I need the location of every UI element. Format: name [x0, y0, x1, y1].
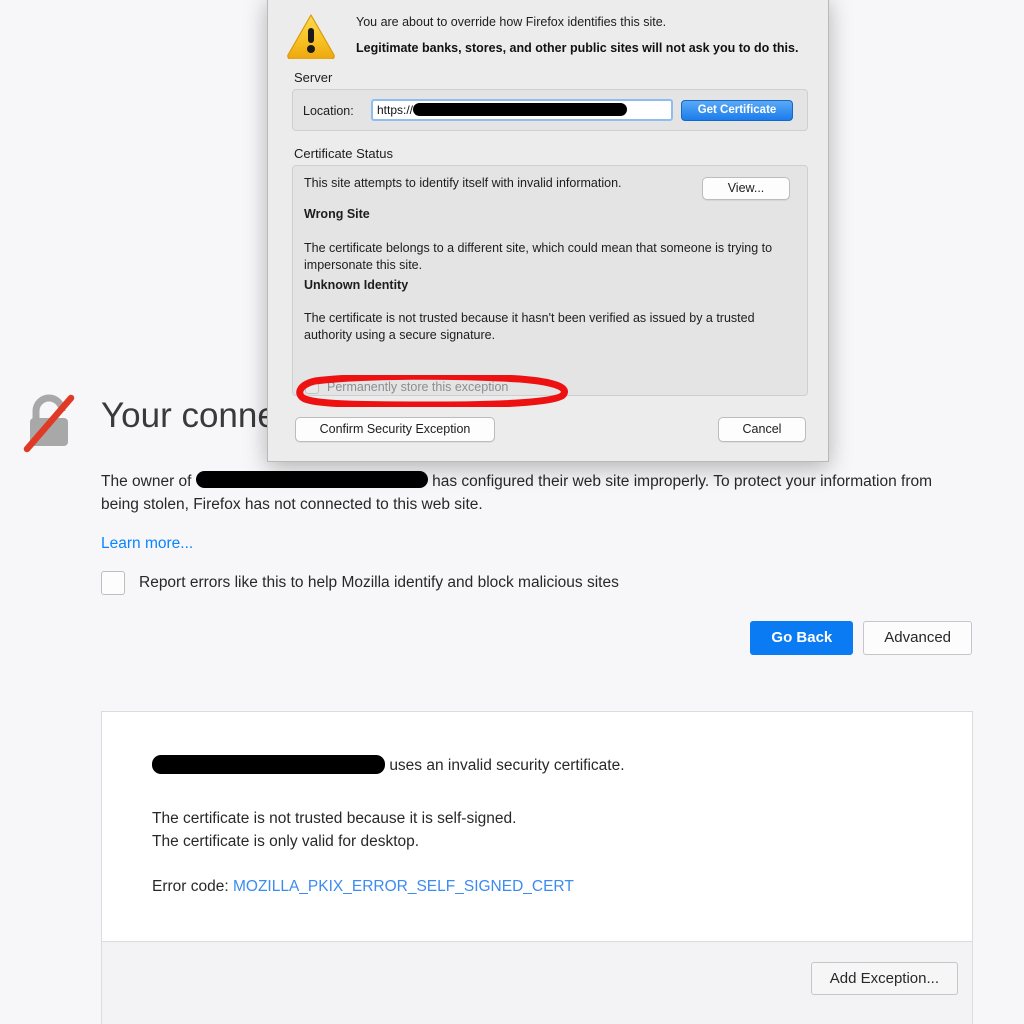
- permanently-store-row: Permanently store this exception: [305, 380, 508, 394]
- cancel-button[interactable]: Cancel: [718, 417, 806, 442]
- advanced-reason-line-2: The certificate is only valid for deskto…: [152, 833, 420, 850]
- go-back-button[interactable]: Go Back: [750, 621, 854, 655]
- warning-triangle-icon: [285, 11, 337, 61]
- wrong-site-text: The certificate belongs to a different s…: [304, 241, 773, 272]
- advanced-reason-line-1: The certificate is not trusted because i…: [152, 810, 517, 827]
- page-heading-row: [18, 388, 80, 454]
- dialog-warning-block: You are about to override how Firefox id…: [285, 11, 798, 61]
- screen: Your conne The owner of has configured t…: [0, 0, 1024, 1024]
- page-button-row: Go Back Advanced: [750, 621, 972, 655]
- learn-more-link[interactable]: Learn more...: [101, 535, 193, 553]
- report-errors-label: Report errors like this to help Mozilla …: [139, 574, 619, 591]
- page-title: Your conne: [101, 396, 277, 435]
- advanced-panel-footer: Add Exception...: [102, 941, 972, 1024]
- advanced-button[interactable]: Advanced: [863, 621, 972, 655]
- permanently-store-checkbox[interactable]: [305, 380, 319, 394]
- page-body-text: The owner of has configured their web si…: [101, 470, 973, 516]
- certificate-status-label: Certificate Status: [294, 146, 393, 161]
- redacted-hostname-advanced: [152, 755, 385, 775]
- unknown-identity-heading: Unknown Identity: [304, 278, 409, 292]
- advanced-panel-body: uses an invalid security certificate. Th…: [102, 712, 972, 898]
- location-label: Location:: [303, 104, 354, 118]
- dialog-warning-text: You are about to override how Firefox id…: [356, 13, 798, 58]
- location-input[interactable]: https://: [371, 99, 673, 121]
- unknown-identity-text: The certificate is not trusted because i…: [304, 311, 755, 342]
- redacted-location: [413, 103, 628, 117]
- permanently-store-label: Permanently store this exception: [327, 380, 509, 394]
- error-code-label: Error code:: [152, 878, 229, 895]
- location-value: https://: [377, 103, 414, 117]
- warning-line-2: Legitimate banks, stores, and other publ…: [356, 41, 799, 55]
- advanced-host-line: uses an invalid security certificate.: [152, 754, 922, 777]
- advanced-error-line: Error code: MOZILLA_PKIX_ERROR_SELF_SIGN…: [152, 875, 922, 898]
- add-security-exception-dialog: You are about to override how Firefox id…: [267, 0, 829, 462]
- warning-line-1: You are about to override how Firefox id…: [356, 15, 667, 29]
- redacted-hostname: [195, 471, 428, 489]
- wrong-site-heading: Wrong Site: [304, 207, 370, 221]
- get-certificate-button[interactable]: Get Certificate: [681, 100, 793, 121]
- add-exception-button[interactable]: Add Exception...: [810, 962, 958, 995]
- confirm-security-exception-button[interactable]: Confirm Security Exception: [295, 417, 495, 442]
- body-prefix: The owner of: [101, 473, 192, 490]
- broken-padlock-icon: [18, 392, 80, 454]
- advanced-host-suffix: uses an invalid security certificate.: [389, 757, 625, 774]
- report-errors-row: Report errors like this to help Mozilla …: [101, 571, 619, 595]
- report-errors-checkbox[interactable]: [101, 571, 125, 595]
- view-certificate-button[interactable]: View...: [702, 177, 790, 200]
- server-group-label: Server: [294, 70, 333, 85]
- status-intro-text: This site attempts to identify itself wi…: [304, 176, 622, 190]
- advanced-details-panel: uses an invalid security certificate. Th…: [101, 711, 973, 1024]
- error-code-value[interactable]: MOZILLA_PKIX_ERROR_SELF_SIGNED_CERT: [233, 878, 574, 895]
